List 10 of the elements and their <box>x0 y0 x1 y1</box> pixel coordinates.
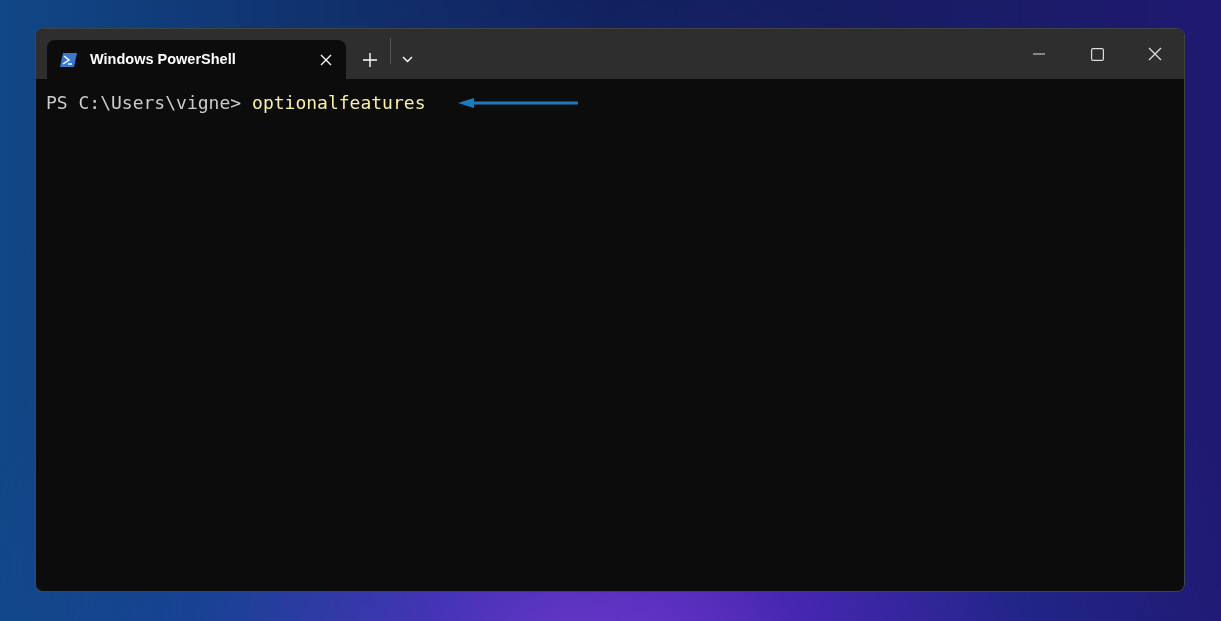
command-text: optionalfeatures <box>252 91 426 115</box>
powershell-icon <box>59 51 78 68</box>
close-icon <box>320 53 332 66</box>
tab[interactable]: Windows PowerShell <box>47 40 346 79</box>
maximize-icon <box>1090 47 1104 61</box>
close-icon <box>1148 47 1162 61</box>
chevron-down-icon <box>401 56 413 63</box>
prompt-text: PS C:\Users\vigne> <box>46 91 242 115</box>
minimize-icon <box>1033 53 1045 55</box>
plus-icon <box>363 52 377 67</box>
